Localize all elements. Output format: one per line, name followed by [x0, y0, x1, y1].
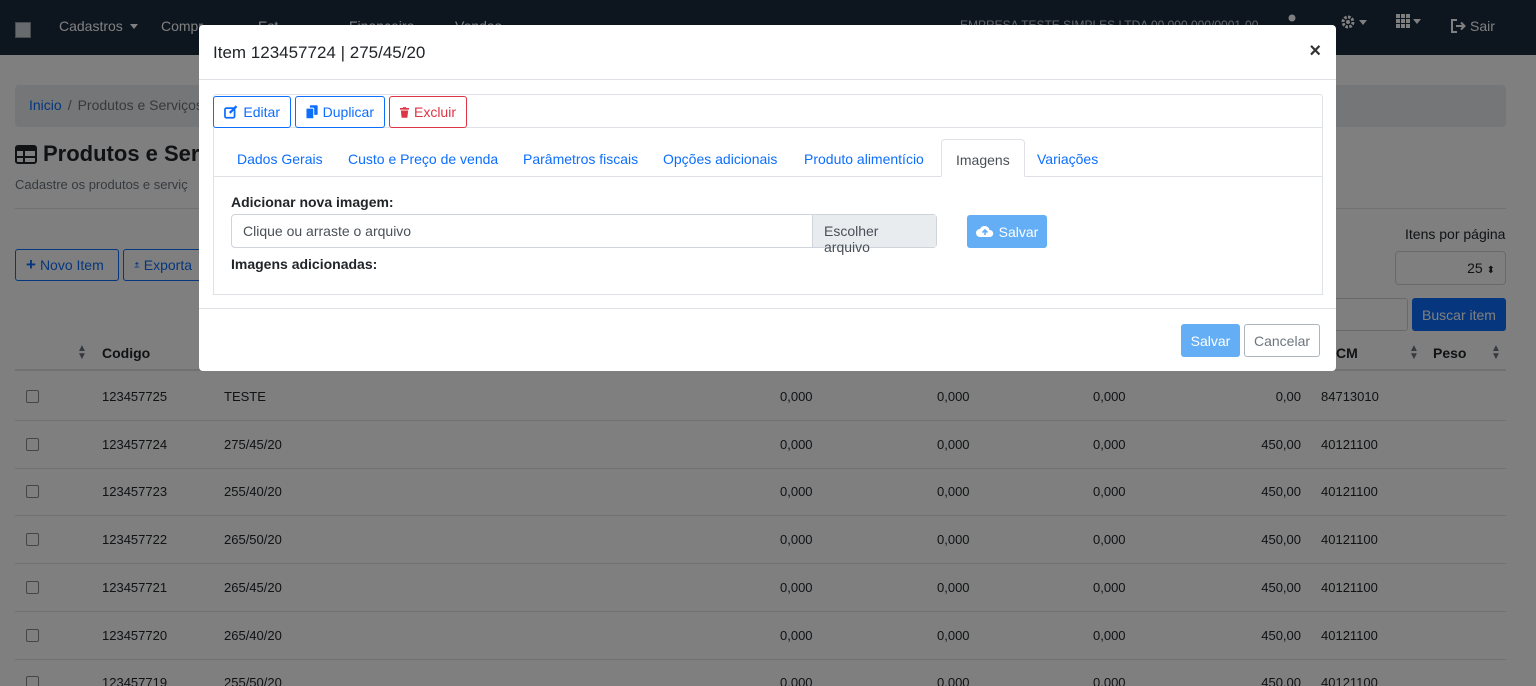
copy-icon [306, 105, 318, 119]
tabs-card: Dados Gerais Custo e Preço de venda Parâ… [213, 128, 1323, 295]
tab-custo-preco[interactable]: Custo e Preço de venda [348, 139, 498, 177]
modal-header: Item 123457724 | 275/45/20 × [199, 25, 1336, 80]
save-button[interactable]: Salvar [1181, 324, 1240, 357]
file-input-placeholder[interactable]: Clique ou arraste o arquivo [232, 215, 812, 247]
tab-parametros-fiscais[interactable]: Parâmetros fiscais [523, 139, 638, 177]
tab-dados-gerais[interactable]: Dados Gerais [237, 139, 323, 177]
save-image-label: Salvar [998, 223, 1039, 240]
edit-label: Editar [243, 104, 280, 120]
edit-icon [224, 105, 238, 119]
tab-opcoes-adicionais[interactable]: Opções adicionais [663, 139, 777, 177]
tab-produto-alimenticio[interactable]: Produto alimentício [804, 139, 924, 177]
save-image-button[interactable]: Salvar [967, 215, 1047, 248]
add-image-label: Adicionar nova imagem: [231, 194, 394, 210]
modal-title: Item 123457724 | 275/45/20 [213, 43, 426, 62]
edit-button[interactable]: Editar [213, 96, 291, 128]
tab-imagens[interactable]: Imagens [941, 139, 1025, 177]
tab-bar: Dados Gerais Custo e Preço de venda Parâ… [214, 139, 1322, 177]
cancel-button[interactable]: Cancelar [1244, 324, 1320, 357]
duplicate-label: Duplicar [322, 104, 374, 120]
delete-button[interactable]: Excluir [389, 96, 467, 128]
modal-toolbar: Editar Duplicar Excluir [213, 94, 1323, 128]
cloud-upload-icon [975, 225, 993, 237]
delete-label: Excluir [413, 104, 456, 120]
close-icon[interactable]: × [1309, 40, 1321, 63]
added-images-label: Imagens adicionadas: [231, 256, 378, 272]
choose-file-button[interactable]: Escolher arquivo [812, 215, 936, 255]
file-input[interactable]: Clique ou arraste o arquivo Escolher arq… [231, 214, 937, 255]
tab-variacoes[interactable]: Variações [1037, 139, 1098, 177]
item-modal: Item 123457724 | 275/45/20 × Editar Dupl… [199, 25, 1336, 371]
duplicate-button[interactable]: Duplicar [295, 96, 385, 128]
modal-footer: Salvar Cancelar [199, 308, 1336, 371]
trash-icon [400, 106, 409, 118]
